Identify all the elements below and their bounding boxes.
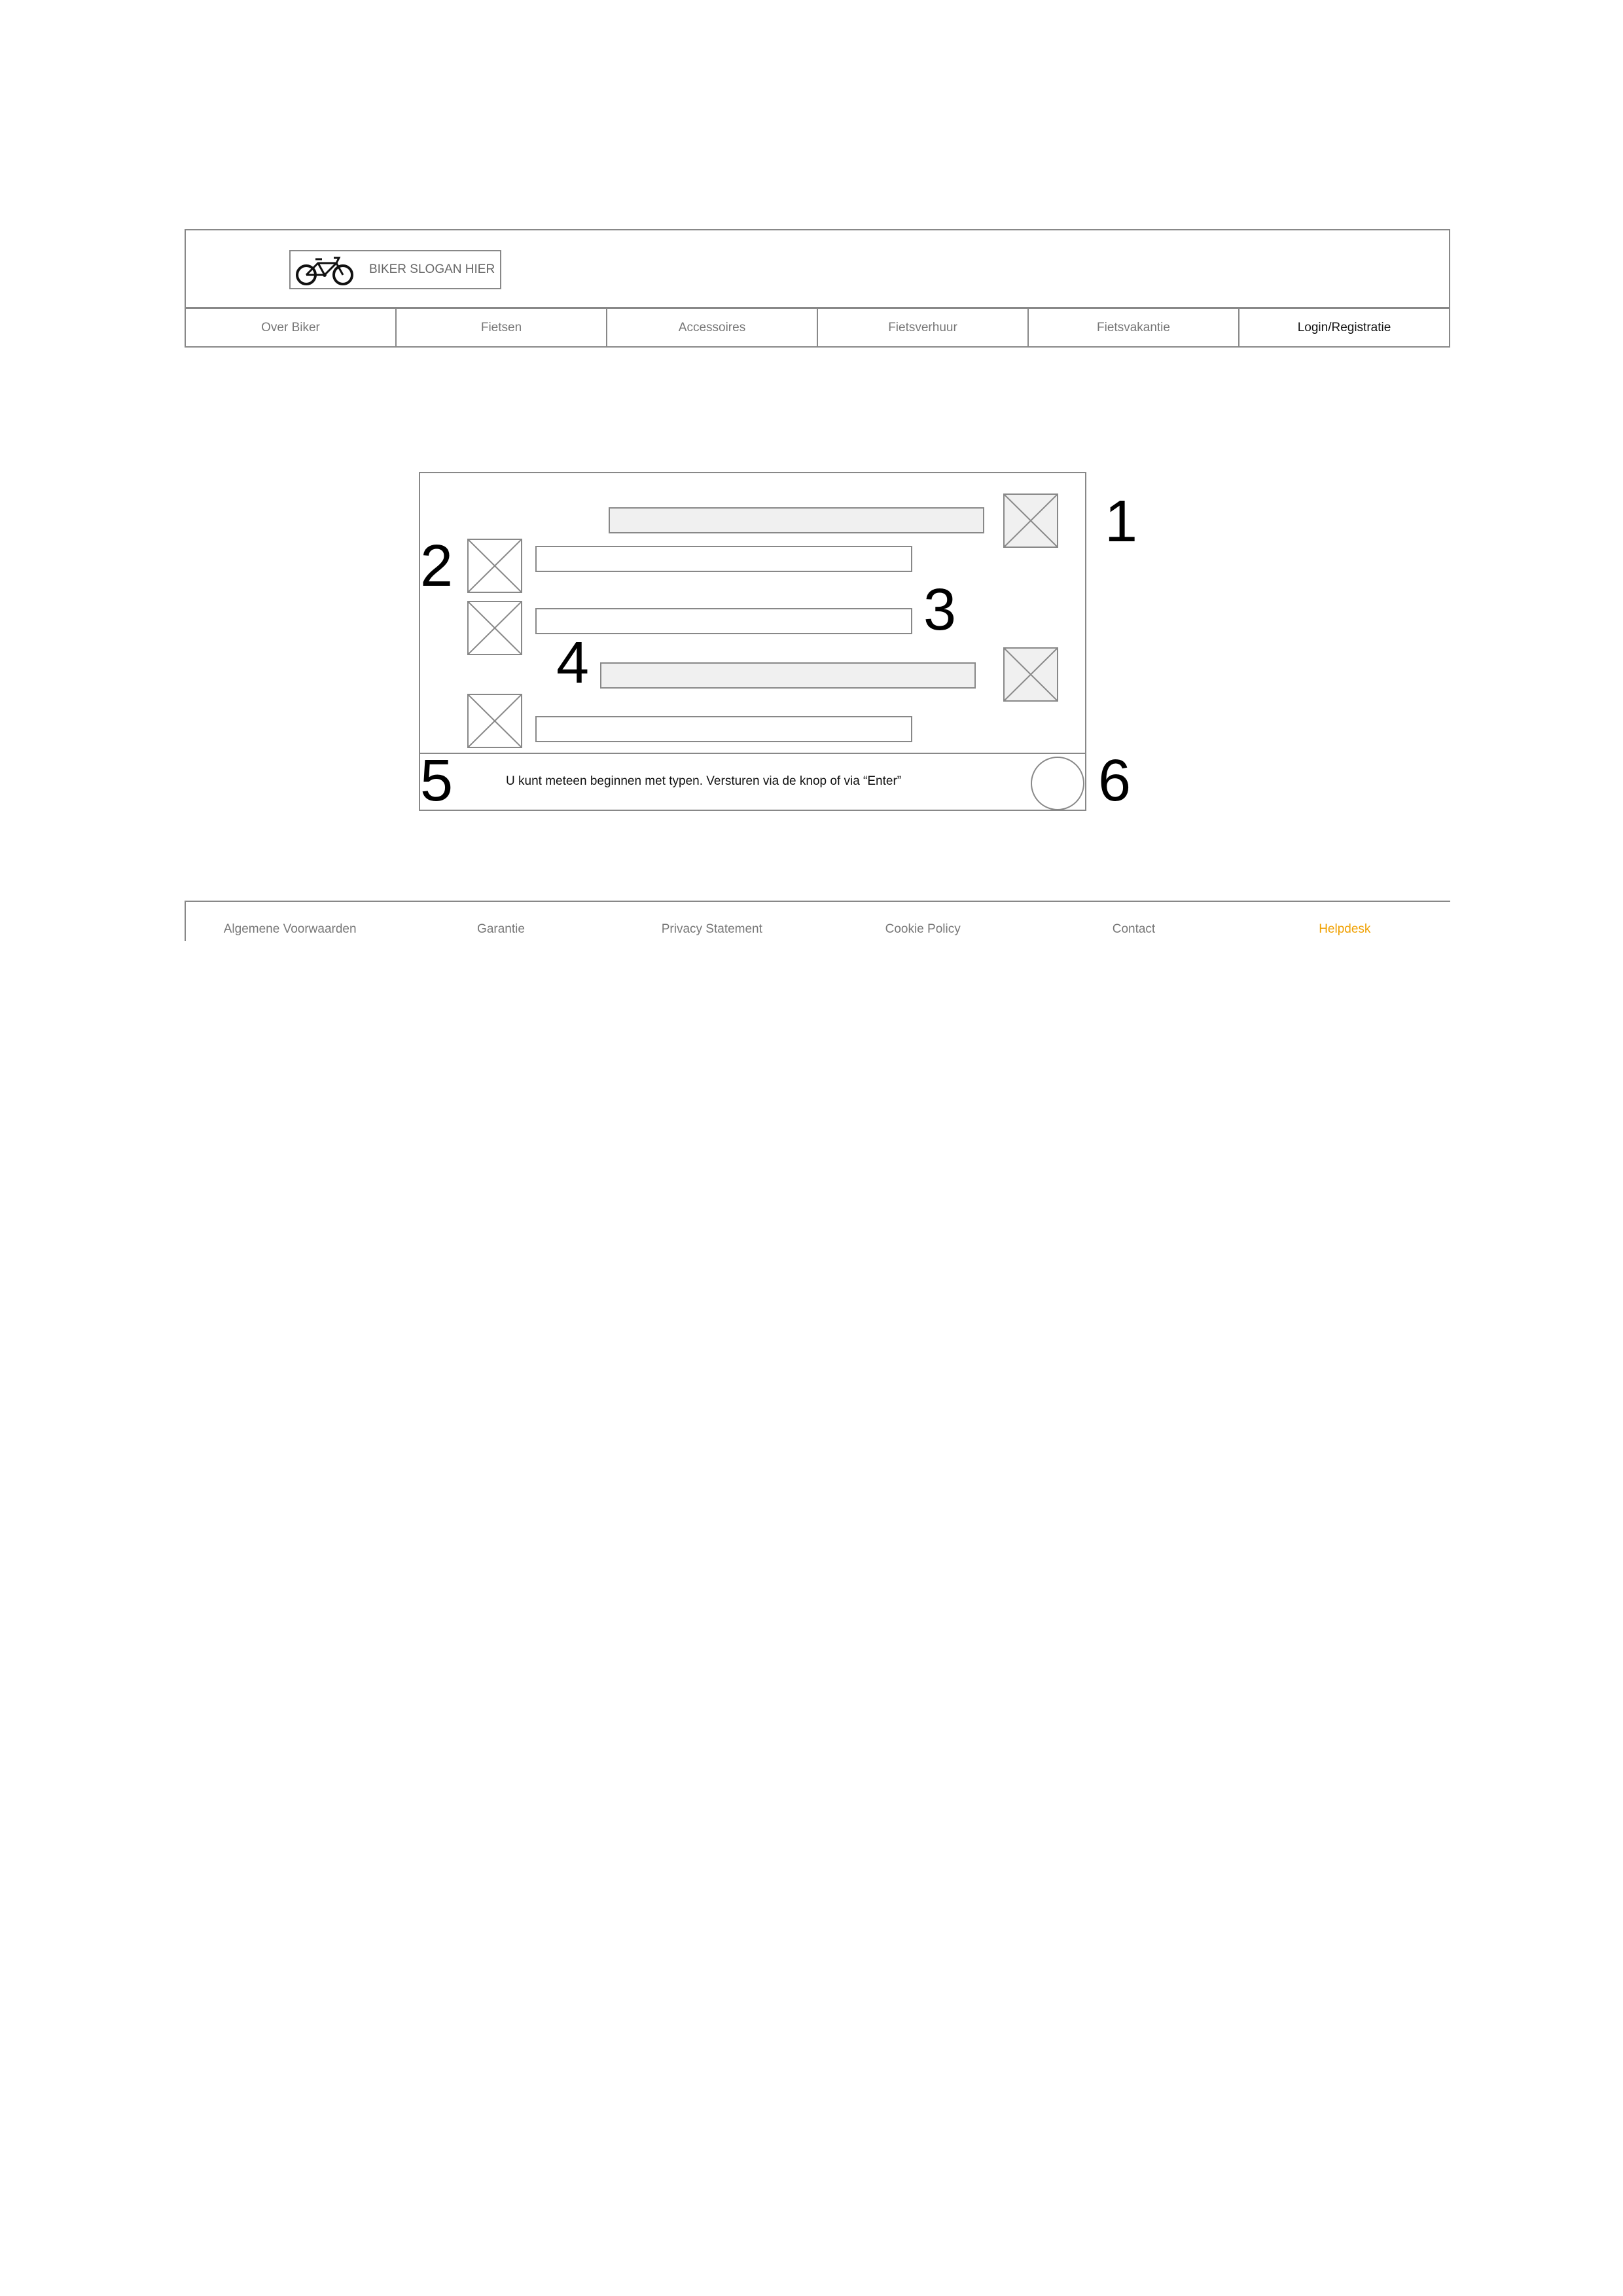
- annotation-number-6: 6: [1098, 748, 1132, 814]
- nav-item-login-registratie[interactable]: Login/Registratie: [1238, 308, 1450, 348]
- message-bubble-outgoing: [609, 507, 984, 533]
- nav-item-fietsvakantie[interactable]: Fietsvakantie: [1027, 308, 1240, 348]
- nav-item-fietsverhuur[interactable]: Fietsverhuur: [817, 308, 1029, 348]
- message-bubble-outgoing: [600, 662, 976, 689]
- bicycle-icon: [293, 254, 356, 287]
- message-bubble-incoming: [535, 546, 912, 572]
- footer: Algemene Voorwaarden Garantie Privacy St…: [185, 916, 1450, 942]
- footer-divider: [185, 901, 1450, 902]
- logo[interactable]: BIKER SLOGAN HIER: [289, 250, 501, 289]
- footer-link-algemene-voorwaarden[interactable]: Algemene Voorwaarden: [185, 916, 395, 942]
- send-button[interactable]: [1031, 757, 1084, 810]
- footer-link-garantie[interactable]: Garantie: [395, 916, 606, 942]
- image-placeholder-icon: [1003, 647, 1058, 702]
- message-bubble-incoming: [535, 716, 912, 742]
- slogan: BIKER SLOGAN HIER: [369, 262, 495, 276]
- nav-item-accessoires[interactable]: Accessoires: [606, 308, 818, 348]
- footer-link-cookie-policy[interactable]: Cookie Policy: [817, 916, 1028, 942]
- annotation-number-1: 1: [1105, 489, 1138, 554]
- nav-item-fietsen[interactable]: Fietsen: [395, 308, 607, 348]
- image-placeholder-icon: [467, 601, 522, 655]
- annotation-number-3: 3: [923, 577, 957, 643]
- message-bubble-incoming: [535, 608, 912, 634]
- annotation-number-4: 4: [556, 630, 590, 696]
- footer-link-helpdesk[interactable]: Helpdesk: [1240, 916, 1450, 942]
- chat-input-divider: [419, 753, 1086, 754]
- footer-link-contact[interactable]: Contact: [1028, 916, 1239, 942]
- nav-item-over-biker[interactable]: Over Biker: [185, 308, 397, 348]
- chat-input[interactable]: U kunt meteen beginnen met typen. Verstu…: [506, 774, 901, 789]
- footer-link-privacy-statement[interactable]: Privacy Statement: [607, 916, 817, 942]
- annotation-number-2: 2: [420, 533, 454, 599]
- main-nav: Over Biker Fietsen Accessoires Fietsverh…: [185, 308, 1450, 348]
- annotation-number-5: 5: [420, 748, 454, 814]
- image-placeholder-icon: [1003, 493, 1058, 548]
- image-placeholder-icon: [467, 539, 522, 593]
- image-placeholder-icon: [467, 694, 522, 748]
